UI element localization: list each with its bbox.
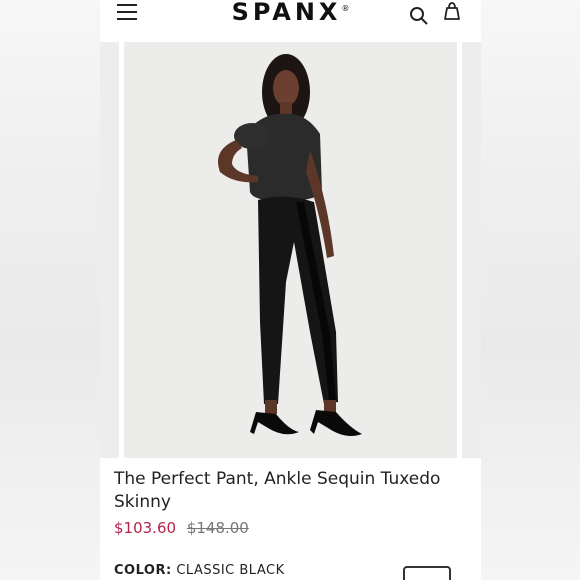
color-value: CLASSIC BLACK (176, 563, 285, 578)
logo-registered-mark: ® (341, 4, 350, 13)
left-blurred-margin (0, 0, 100, 580)
site-header: SPANX® (100, 0, 481, 40)
product-title: The Perfect Pant, Ankle Sequin Tuxedo Sk… (114, 468, 454, 514)
right-blurred-margin (480, 0, 580, 580)
color-swatch-selected[interactable] (403, 566, 451, 580)
carousel-gap (457, 42, 462, 458)
product-title-line-2: Skinny (114, 492, 171, 512)
product-title-line-1: The Perfect Pant, Ankle Sequin Tuxedo (114, 469, 441, 489)
model-wearing-pants-image (218, 54, 362, 436)
logo-text: SPANX (231, 0, 342, 26)
product-page: SPANX® The Perfect Pant, Ankle Sequin Tu… (100, 0, 481, 580)
product-image-carousel[interactable] (100, 42, 481, 458)
sale-price: $103.60 (114, 519, 177, 537)
search-icon[interactable] (408, 3, 430, 25)
original-price: $148.00 (186, 519, 249, 537)
shopping-bag-icon[interactable] (441, 1, 463, 23)
color-label: COLOR: (114, 563, 172, 578)
price-row: $103.60 $148.00 (114, 519, 249, 537)
product-photo[interactable] (124, 42, 457, 458)
color-selection-label: COLOR: CLASSIC BLACK (114, 563, 285, 578)
